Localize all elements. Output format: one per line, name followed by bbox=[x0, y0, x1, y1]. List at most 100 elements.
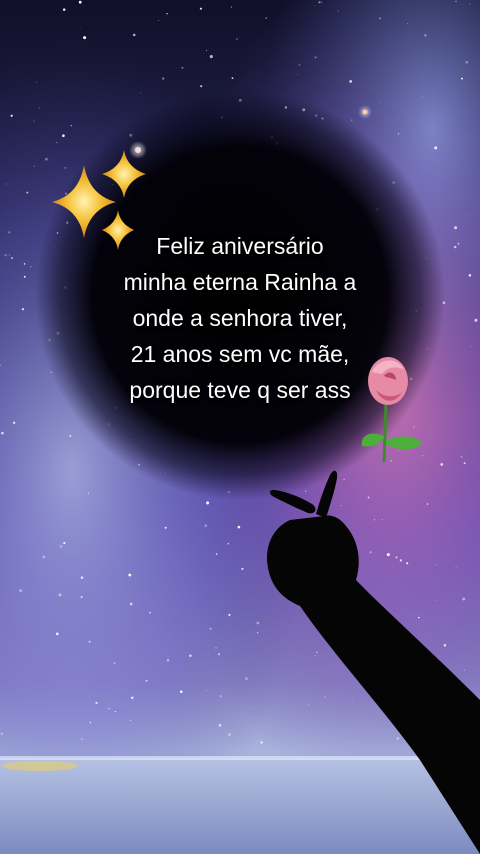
message-line-2: minha eterna Rainha a bbox=[123, 269, 357, 295]
star bbox=[217, 653, 221, 656]
star bbox=[149, 611, 151, 614]
star bbox=[33, 165, 35, 167]
star bbox=[89, 721, 92, 724]
star bbox=[55, 632, 59, 636]
star bbox=[305, 490, 307, 492]
star bbox=[389, 459, 392, 462]
star bbox=[199, 7, 202, 10]
star bbox=[19, 589, 23, 593]
star bbox=[315, 654, 317, 657]
star bbox=[428, 425, 430, 427]
star bbox=[215, 647, 217, 649]
star bbox=[324, 696, 326, 698]
star bbox=[70, 124, 72, 127]
star bbox=[108, 707, 110, 710]
star bbox=[296, 74, 298, 76]
star bbox=[162, 77, 165, 80]
star bbox=[36, 660, 38, 662]
star bbox=[260, 741, 263, 744]
star bbox=[180, 690, 183, 694]
star bbox=[129, 602, 133, 606]
star bbox=[413, 426, 415, 428]
star bbox=[33, 120, 35, 122]
star bbox=[209, 627, 212, 630]
star bbox=[132, 33, 136, 37]
star bbox=[397, 133, 400, 135]
star bbox=[318, 1, 321, 4]
star bbox=[461, 77, 463, 80]
star bbox=[369, 551, 372, 554]
star bbox=[145, 679, 148, 682]
star bbox=[36, 81, 38, 83]
star bbox=[462, 597, 466, 601]
star bbox=[140, 748, 142, 750]
star bbox=[204, 524, 208, 527]
star bbox=[418, 616, 420, 619]
star bbox=[88, 640, 91, 643]
star bbox=[95, 701, 98, 704]
star bbox=[140, 92, 142, 94]
star bbox=[78, 0, 82, 4]
star bbox=[205, 49, 207, 51]
star bbox=[206, 501, 210, 505]
star bbox=[320, 1, 322, 3]
star bbox=[308, 703, 310, 705]
star bbox=[265, 17, 267, 19]
star bbox=[181, 66, 184, 69]
star bbox=[74, 448, 76, 450]
star bbox=[118, 565, 119, 567]
star bbox=[236, 38, 238, 40]
star bbox=[244, 677, 249, 681]
star bbox=[256, 632, 259, 634]
star bbox=[434, 600, 436, 601]
star bbox=[424, 34, 427, 37]
star bbox=[455, 0, 457, 3]
star bbox=[373, 519, 375, 521]
star bbox=[218, 723, 222, 727]
star bbox=[298, 63, 301, 66]
star bbox=[0, 732, 3, 735]
star bbox=[227, 733, 231, 736]
star bbox=[379, 17, 381, 20]
star bbox=[316, 651, 318, 653]
star bbox=[131, 696, 134, 699]
star bbox=[80, 576, 84, 579]
star bbox=[337, 10, 339, 12]
star bbox=[435, 564, 437, 566]
star bbox=[253, 706, 254, 708]
star bbox=[219, 695, 222, 698]
message-line-4: 21 anos sem vc mãe, bbox=[130, 341, 350, 367]
star bbox=[80, 27, 82, 29]
star bbox=[351, 119, 353, 121]
star bbox=[241, 567, 244, 570]
birthday-message: Feliz aniversário minha eterna Rainha a … bbox=[0, 228, 480, 408]
star bbox=[381, 518, 383, 520]
star bbox=[399, 559, 403, 562]
star bbox=[340, 505, 342, 506]
star bbox=[56, 141, 58, 144]
star bbox=[59, 544, 63, 548]
star bbox=[1, 431, 4, 435]
star bbox=[42, 555, 45, 559]
island bbox=[2, 761, 78, 771]
star bbox=[440, 463, 444, 466]
star bbox=[127, 716, 129, 718]
star bbox=[467, 132, 469, 134]
star bbox=[426, 503, 429, 505]
star bbox=[422, 455, 424, 457]
star bbox=[455, 566, 457, 568]
star bbox=[58, 593, 62, 597]
star bbox=[349, 80, 353, 83]
star bbox=[38, 107, 40, 109]
star bbox=[83, 36, 87, 40]
star bbox=[113, 662, 116, 665]
star bbox=[62, 8, 66, 11]
star bbox=[407, 23, 409, 24]
star bbox=[256, 621, 260, 625]
star bbox=[463, 462, 466, 465]
star bbox=[12, 421, 16, 425]
star bbox=[128, 573, 132, 577]
star bbox=[63, 541, 66, 545]
star bbox=[166, 658, 170, 662]
star bbox=[164, 526, 167, 529]
